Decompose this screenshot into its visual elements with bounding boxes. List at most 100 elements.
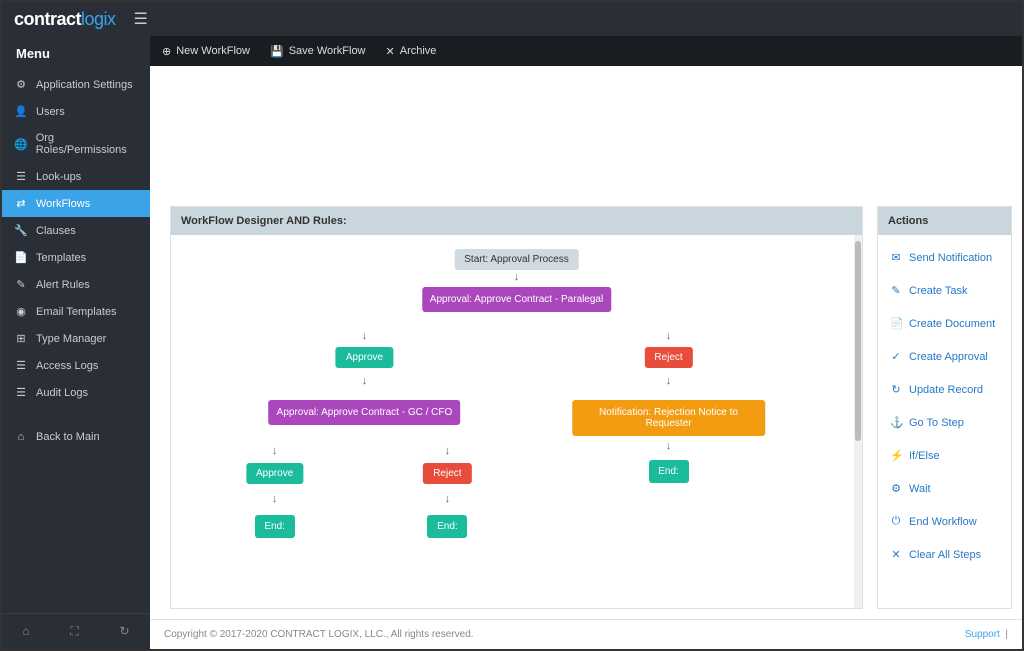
sidebar: Menu ⚙ Application Settings 👤 Users 🌐 Or… <box>2 36 150 649</box>
action-clear-all-steps[interactable]: ✕ Clear All Steps <box>878 538 1011 571</box>
close-icon: ✕ <box>890 548 902 561</box>
scrollbar[interactable] <box>854 235 862 608</box>
brand-logo: contractlogix <box>14 9 116 30</box>
hamburger-icon[interactable]: ☰ <box>134 9 148 29</box>
sidebar-item-label: Templates <box>36 252 86 264</box>
scrollbar-thumb[interactable] <box>855 241 861 441</box>
refresh-icon: ↻ <box>890 383 902 396</box>
wrench-icon: 🔧 <box>14 224 28 237</box>
node-approve-1[interactable]: Approve <box>336 347 393 368</box>
action-goto-step[interactable]: ⚓ Go To Step <box>878 406 1011 439</box>
arrow-right-icon: → <box>597 295 608 307</box>
close-icon: ✕ <box>386 45 395 58</box>
content-row: WorkFlow Designer AND Rules: Start: Appr… <box>150 66 1022 619</box>
gear-icon: ⚙ <box>14 78 28 91</box>
grid-icon: ⊞ <box>14 332 28 345</box>
arrow-down-icon: ↓ <box>445 445 451 457</box>
sidebar-item-email-templates[interactable]: ◉ Email Templates <box>2 298 150 325</box>
node-approve-2[interactable]: Approve <box>246 463 303 484</box>
archive-button[interactable]: ✕ Archive <box>386 45 437 58</box>
sidebar-item-alert-rules[interactable]: ✎ Alert Rules <box>2 271 150 298</box>
check-icon: ✓ <box>890 350 902 363</box>
action-end-workflow[interactable]: ⏻ End Workflow <box>878 505 1011 538</box>
toolbar: ⊕ New WorkFlow 💾 Save WorkFlow ✕ Archive <box>150 36 1022 66</box>
save-workflow-button[interactable]: 💾 Save WorkFlow <box>270 45 366 58</box>
sidebar-item-lookups[interactable]: ☰ Look-ups <box>2 163 150 190</box>
node-approval-gc-cfo[interactable]: Approval: Approve Contract - GC / CFO <box>269 400 461 425</box>
home-footer-icon[interactable]: ⌂ <box>22 624 29 639</box>
node-end-3[interactable]: End: <box>649 460 689 483</box>
arrow-down-icon: ↓ <box>272 493 278 505</box>
document-icon: 📄 <box>890 317 902 330</box>
action-label: Update Record <box>909 384 983 396</box>
sidebar-item-label: Application Settings <box>36 79 133 91</box>
plus-circle-icon: ⊕ <box>162 45 171 58</box>
action-label: Send Notification <box>909 252 992 264</box>
actions-panel: Actions ✉ Send Notification ✎ Create Tas… <box>877 206 1012 609</box>
arrow-down-icon: ↓ <box>362 330 368 342</box>
globe-icon: 🌐 <box>14 138 28 151</box>
action-label: If/Else <box>909 450 940 462</box>
node-notification-rejection[interactable]: Notification: Rejection Notice to Reques… <box>572 400 765 436</box>
sidebar-item-label: Alert Rules <box>36 279 90 291</box>
action-create-task[interactable]: ✎ Create Task <box>878 274 1011 307</box>
pencil-icon: ✎ <box>890 284 902 297</box>
node-start[interactable]: Start: Approval Process <box>454 249 579 270</box>
sidebar-title: Menu <box>2 36 150 71</box>
sidebar-item-clauses[interactable]: 🔧 Clauses <box>2 217 150 244</box>
brand-part1: contract <box>14 9 81 29</box>
sidebar-item-access-logs[interactable]: ☰ Access Logs <box>2 352 150 379</box>
sidebar-item-label: Email Templates <box>36 306 117 318</box>
arrow-down-icon: ↓ <box>272 445 278 457</box>
sidebar-item-label: Users <box>36 106 65 118</box>
action-create-approval[interactable]: ✓ Create Approval <box>878 340 1011 373</box>
node-approval-paralegal[interactable]: Approval: Approve Contract - Paralegal <box>422 287 611 312</box>
action-label: Create Task <box>909 285 968 297</box>
action-create-document[interactable]: 📄 Create Document <box>878 307 1011 340</box>
footer-copyright: Copyright © 2017-2020 CONTRACT LOGIX, LL… <box>164 629 474 640</box>
action-if-else[interactable]: ⚡ If/Else <box>878 439 1011 472</box>
sidebar-item-label: Look-ups <box>36 171 81 183</box>
sidebar-item-label: WorkFlows <box>36 198 90 210</box>
actions-list: ✉ Send Notification ✎ Create Task 📄 Crea… <box>878 235 1011 608</box>
footer-support-link[interactable]: Support <box>965 629 1000 640</box>
node-reject-1[interactable]: Reject <box>644 347 692 368</box>
action-label: Create Approval <box>909 351 988 363</box>
sidebar-item-audit-logs[interactable]: ☰ Audit Logs <box>2 379 150 406</box>
actions-title: Actions <box>878 207 1011 235</box>
envelope-icon: ✉ <box>890 251 902 264</box>
arrow-down-icon: ↓ <box>666 440 672 452</box>
node-end-2[interactable]: End: <box>427 515 467 538</box>
sidebar-footer: ⌂ ⛶ ↻ <box>2 613 150 649</box>
anchor-icon: ⚓ <box>890 416 902 429</box>
sidebar-item-templates[interactable]: 📄 Templates <box>2 244 150 271</box>
sidebar-item-org-roles[interactable]: 🌐 Org Roles/Permissions <box>2 125 150 163</box>
action-label: Create Document <box>909 318 995 330</box>
at-icon: ◉ <box>14 305 28 318</box>
node-reject-2[interactable]: Reject <box>423 463 471 484</box>
sidebar-item-app-settings[interactable]: ⚙ Application Settings <box>2 71 150 98</box>
refresh-icon[interactable]: ↻ <box>120 624 130 639</box>
toolbar-label: Archive <box>400 45 437 57</box>
node-end-1[interactable]: End: <box>255 515 295 538</box>
brand-part2: logix <box>81 9 116 29</box>
bolt-icon: ⚡ <box>890 449 902 462</box>
workflow-icon: ⇄ <box>14 197 28 210</box>
sidebar-item-type-manager[interactable]: ⊞ Type Manager <box>2 325 150 352</box>
fullscreen-icon[interactable]: ⛶ <box>70 624 78 639</box>
main-area: ⊕ New WorkFlow 💾 Save WorkFlow ✕ Archive… <box>150 36 1022 649</box>
new-workflow-button[interactable]: ⊕ New WorkFlow <box>162 45 250 58</box>
arrow-down-icon: ↓ <box>666 330 672 342</box>
action-wait[interactable]: ⚙ Wait <box>878 472 1011 505</box>
action-label: Clear All Steps <box>909 549 981 561</box>
sidebar-item-back-to-main[interactable]: ⌂ Back to Main <box>2 424 150 450</box>
action-send-notification[interactable]: ✉ Send Notification <box>878 241 1011 274</box>
user-icon: 👤 <box>14 105 28 118</box>
sidebar-item-users[interactable]: 👤 Users <box>2 98 150 125</box>
workflow-canvas[interactable]: Start: Approval Process ↓ ← Approval: Ap… <box>171 235 862 608</box>
document-icon: 📄 <box>14 251 28 264</box>
arrow-down-icon: ↓ <box>445 493 451 505</box>
action-update-record[interactable]: ↻ Update Record <box>878 373 1011 406</box>
sidebar-item-workflows[interactable]: ⇄ WorkFlows <box>2 190 150 217</box>
workflow-designer-panel: WorkFlow Designer AND Rules: Start: Appr… <box>170 206 863 609</box>
